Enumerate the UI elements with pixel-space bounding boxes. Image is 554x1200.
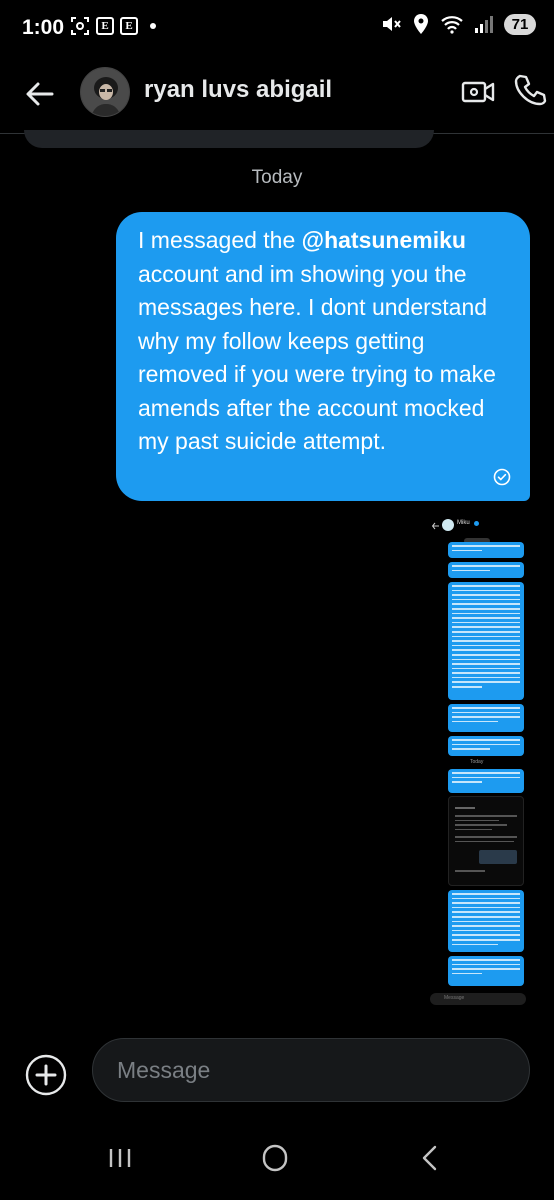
screenshot-verified-badge xyxy=(474,521,479,526)
mute-icon xyxy=(383,17,401,31)
mini-bubble xyxy=(448,542,524,558)
home-button[interactable] xyxy=(253,1142,297,1174)
nav-back-button[interactable] xyxy=(408,1142,452,1174)
status-bar: 1:00 E E 71 xyxy=(0,0,554,58)
signal-icon xyxy=(475,16,493,33)
battery-indicator: 71 xyxy=(504,13,536,35)
screenshot-input-bar: Message xyxy=(430,993,526,1005)
attached-screenshot-image[interactable]: Miku Today Message xyxy=(424,508,530,1008)
wifi-icon xyxy=(441,16,463,34)
mini-bubble xyxy=(448,956,524,986)
mini-image-attachment xyxy=(448,796,524,886)
back-button[interactable] xyxy=(22,76,58,112)
conversation-header: ryan luvs abigail xyxy=(0,58,554,130)
message-text-start: I messaged the xyxy=(138,227,302,253)
status-left-icons: E E xyxy=(70,16,156,36)
video-call-icon xyxy=(461,81,495,103)
location-icon xyxy=(414,14,428,34)
message-input-container[interactable] xyxy=(92,1038,530,1102)
status-time: 1:00 xyxy=(22,16,65,39)
screenshot-back-icon xyxy=(432,522,439,530)
screenshot-header-name: Miku xyxy=(457,520,470,526)
recents-button[interactable] xyxy=(98,1142,142,1174)
message-text-end: account and im showing you the messages … xyxy=(138,260,496,455)
home-icon xyxy=(262,1144,288,1172)
mini-bubble xyxy=(448,582,524,700)
mini-bubble xyxy=(448,769,524,793)
video-call-button[interactable] xyxy=(460,74,496,110)
e-app-icon: E xyxy=(96,17,114,35)
mini-bubble xyxy=(448,890,524,952)
screenshot-today-label: Today xyxy=(470,759,484,765)
avatar-image xyxy=(81,68,129,116)
recents-icon xyxy=(109,1149,131,1167)
screenshot-icon xyxy=(71,17,89,35)
avatar[interactable] xyxy=(80,67,130,117)
mini-bubble xyxy=(448,562,524,578)
screenshot-input-placeholder: Message xyxy=(444,995,465,1001)
mini-bubble xyxy=(448,736,524,756)
date-separator: Today xyxy=(251,167,303,188)
add-plus-icon xyxy=(25,1054,67,1096)
mention-link[interactable]: @hatsunemiku xyxy=(302,227,466,253)
notification-dot xyxy=(150,23,156,29)
contact-name[interactable]: ryan luvs abigail xyxy=(144,76,332,104)
message-composer xyxy=(0,1037,554,1103)
status-right-icons: 71 xyxy=(380,13,536,35)
screenshot-avatar xyxy=(442,519,454,531)
system-nav-bar xyxy=(0,1120,554,1200)
message-text: I messaged the @hatsunemiku account and … xyxy=(138,224,512,459)
outgoing-message-bubble[interactable]: I messaged the @hatsunemiku account and … xyxy=(116,212,530,501)
back-arrow-icon xyxy=(26,82,54,106)
phone-call-button[interactable] xyxy=(512,72,548,108)
mini-bubble xyxy=(448,704,524,732)
message-input[interactable] xyxy=(117,1056,505,1084)
seen-check-icon xyxy=(493,468,511,486)
nav-back-icon xyxy=(422,1145,437,1171)
add-attachment-button[interactable] xyxy=(24,1053,68,1097)
phone-call-icon xyxy=(514,74,547,106)
previous-message-bubble xyxy=(24,130,434,148)
screenshot-header: Miku xyxy=(424,514,530,538)
e-app-icon: E xyxy=(120,17,138,35)
